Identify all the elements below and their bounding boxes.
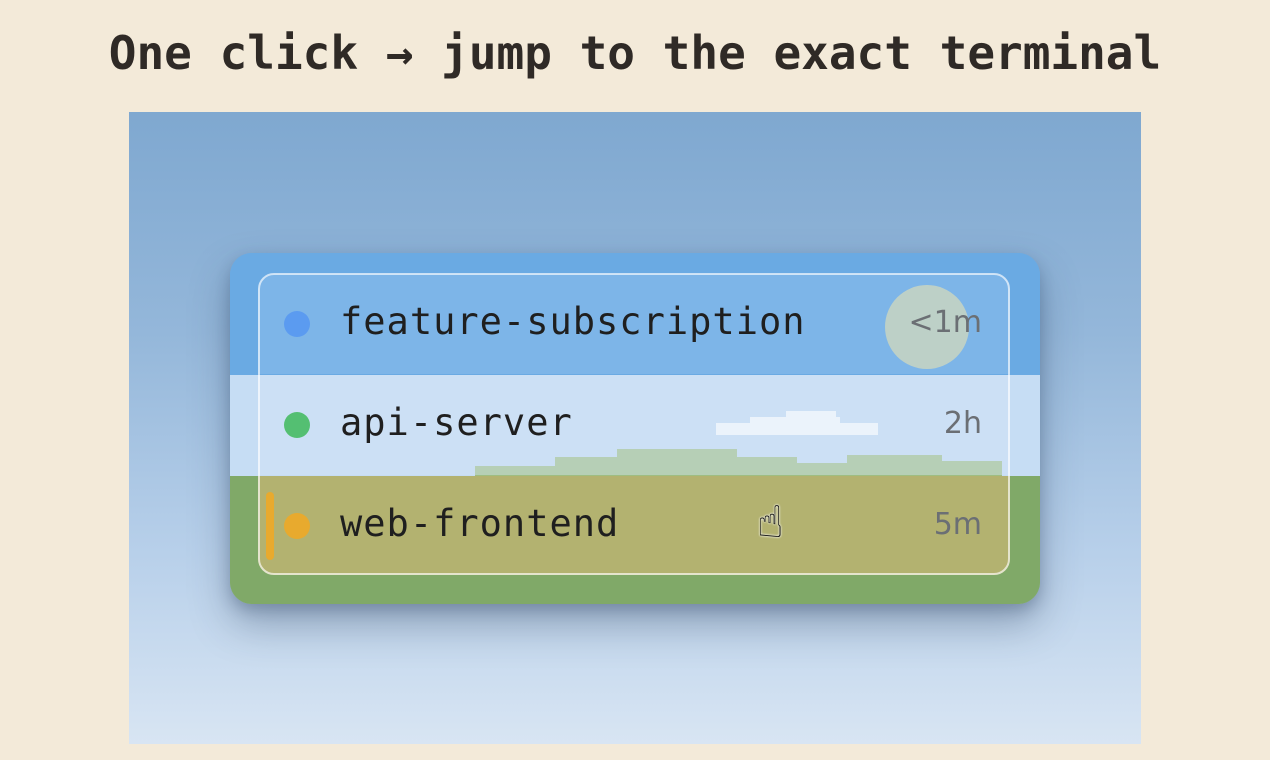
selection-frame — [258, 273, 1010, 575]
session-switcher-panel: feature-subscription <1m api-server 2h w… — [230, 253, 1040, 604]
desktop-wallpaper: feature-subscription <1m api-server 2h w… — [129, 112, 1141, 744]
pointing-hand-cursor-icon: ☝ — [757, 497, 784, 548]
page-headline: One click → jump to the exact terminal — [108, 26, 1162, 80]
